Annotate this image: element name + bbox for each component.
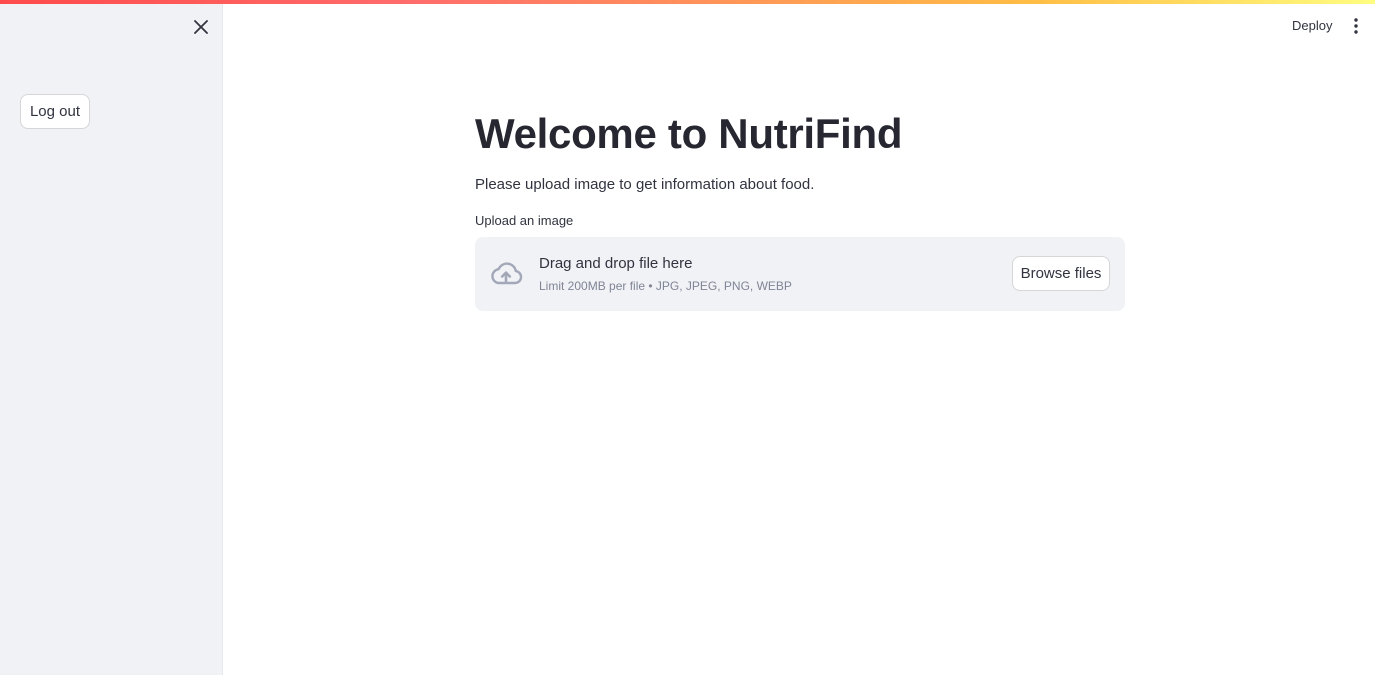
main-content: Welcome to NutriFind Please upload image… bbox=[475, 100, 1125, 311]
browse-files-button[interactable]: Browse files bbox=[1012, 256, 1110, 291]
deploy-button[interactable]: Deploy bbox=[1284, 14, 1340, 36]
page-subtitle: Please upload image to get information a… bbox=[475, 176, 815, 193]
file-limit-text: Limit 200MB per file • JPG, JPEG, PNG, W… bbox=[539, 279, 792, 293]
kebab-menu-icon[interactable] bbox=[1344, 14, 1368, 38]
sidebar: Log out bbox=[0, 0, 223, 675]
page-title: Welcome to NutriFind bbox=[475, 110, 903, 157]
dropzone-instructions: Drag and drop file here Limit 200MB per … bbox=[539, 253, 792, 294]
drop-instruction: Drag and drop file here bbox=[539, 255, 693, 272]
upload-label: Upload an image bbox=[475, 213, 574, 228]
top-decoration-bar bbox=[0, 0, 1375, 4]
cloud-upload-icon bbox=[488, 256, 524, 292]
close-icon[interactable] bbox=[189, 15, 213, 39]
logout-button[interactable]: Log out bbox=[20, 94, 90, 129]
file-dropzone[interactable]: Drag and drop file here Limit 200MB per … bbox=[475, 237, 1125, 311]
